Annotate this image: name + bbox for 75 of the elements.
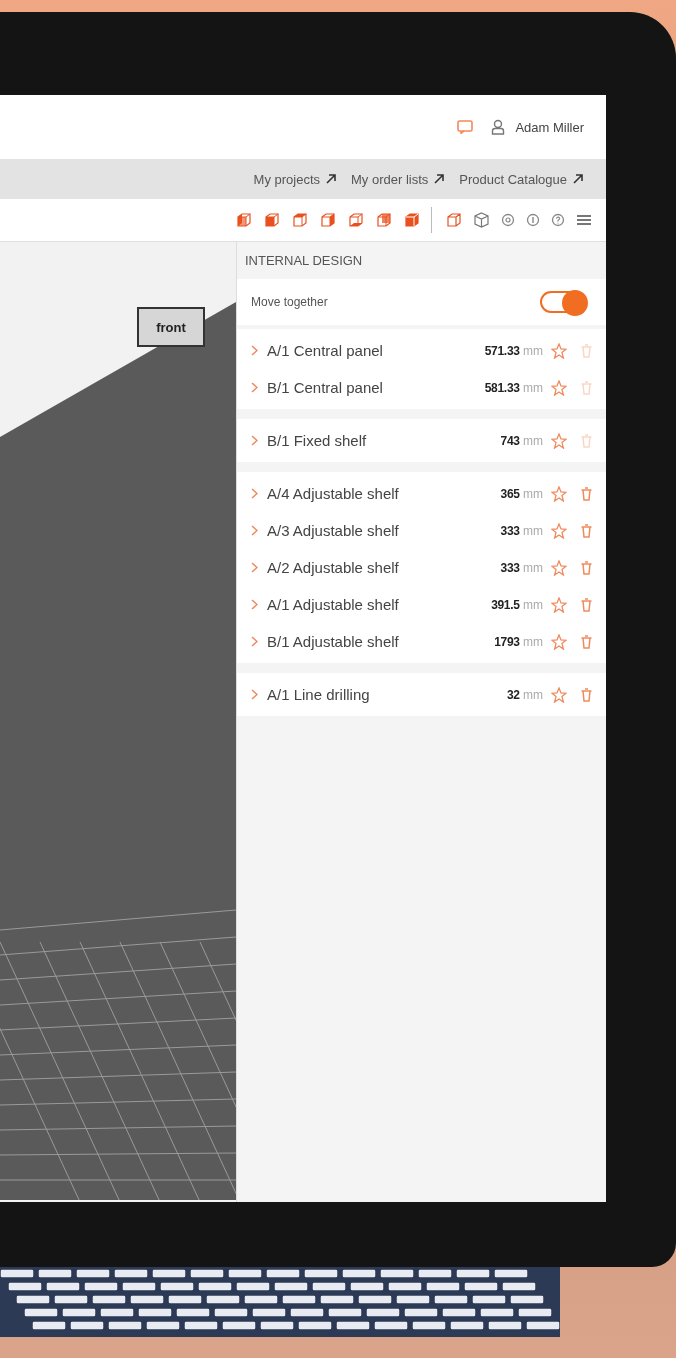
star-icon[interactable] [551,559,567,576]
chevron-icon[interactable] [251,562,258,573]
user-icon[interactable] [491,119,506,135]
measurement: 333 mm [500,523,543,538]
cube-icon[interactable] [403,212,420,228]
list-row[interactable]: A/1 Adjustable shelf 391.5 mm [237,586,606,623]
measurement: 365 mm [500,486,543,501]
list-row[interactable]: A/2 Adjustable shelf 333 mm [237,549,606,586]
item-name: A/1 Adjustable shelf [267,596,400,613]
item-name: A/4 Adjustable shelf [267,485,400,502]
measurement: 391.5 mm [491,597,543,612]
user-name[interactable]: Adam Miller [515,119,584,135]
info-icon[interactable] [526,213,540,227]
star-icon[interactable] [551,686,567,703]
chevron-icon[interactable] [251,689,258,700]
star-icon[interactable] [551,485,567,502]
help-icon[interactable] [551,213,565,227]
chevron-icon[interactable] [251,636,258,647]
star-icon[interactable] [551,432,567,449]
cube-icon[interactable] [445,212,462,228]
item-name: B/1 Fixed shelf [267,432,368,449]
view-label[interactable]: front [137,307,205,347]
measurement: 333 mm [500,560,543,575]
list-row[interactable]: A/1 Central panel 571.33 mm [237,332,606,369]
toggle-switch[interactable] [540,291,586,313]
cube-icon[interactable] [263,212,280,228]
list-row[interactable]: A/4 Adjustable shelf 365 mm [237,475,606,512]
cube-icon[interactable] [291,212,308,228]
star-icon[interactable] [551,522,567,539]
trash-icon[interactable] [581,634,592,649]
star-icon[interactable] [551,596,567,613]
list-row[interactable]: A/3 Adjustable shelf 333 mm [237,512,606,549]
trash-icon[interactable] [581,597,592,612]
item-name: A/3 Adjustable shelf [267,522,400,539]
measurement: 32 mm [506,687,543,702]
chat-icon[interactable] [457,120,474,134]
star-icon[interactable] [551,342,567,359]
trash-icon[interactable] [581,560,592,575]
nav-link[interactable]: Product Catalogue [459,171,584,187]
cube-icon[interactable] [235,212,252,228]
star-icon[interactable] [551,379,567,396]
nav-link[interactable]: My projects [253,171,337,187]
nav-link[interactable]: My order lists [351,171,446,187]
chevron-icon[interactable] [251,382,258,393]
cube-icon[interactable] [375,212,392,228]
toggle-label: Move together [251,295,328,309]
arrow-icon [433,173,446,185]
item-name: A/1 Central panel [267,342,384,359]
measurement: 581.33 mm [484,380,543,395]
arrow-icon [572,173,584,185]
3d-viewport[interactable]: front [0,242,236,1202]
trash-icon[interactable] [581,687,592,702]
list-row[interactable]: B/1 Central panel 581.33 mm [237,369,606,406]
chevron-icon[interactable] [251,435,258,446]
chevron-icon[interactable] [251,525,258,536]
measurement: 743 mm [500,433,543,448]
cube-icon[interactable] [319,212,336,228]
chevron-icon[interactable] [251,599,258,610]
list-row[interactable]: B/1 Adjustable shelf 1793 mm [237,623,606,660]
cube-icon[interactable] [347,212,364,228]
cube-icon[interactable] [473,211,490,229]
chevron-icon[interactable] [251,488,258,499]
item-name: B/1 Adjustable shelf [267,633,400,650]
trash-icon[interactable] [581,486,592,501]
item-name: B/1 Central panel [267,379,384,396]
star-icon[interactable] [551,633,567,650]
arrow-icon [325,173,337,185]
measurement: 571.33 mm [484,343,543,358]
settings-icon[interactable] [501,213,515,227]
trash-icon[interactable] [581,523,592,538]
measurement: 1793 mm [494,634,543,649]
item-name: A/1 Line drilling [267,686,371,703]
chevron-icon[interactable] [251,345,258,356]
item-name: A/2 Adjustable shelf [267,559,400,576]
menu-icon[interactable] [576,214,592,226]
